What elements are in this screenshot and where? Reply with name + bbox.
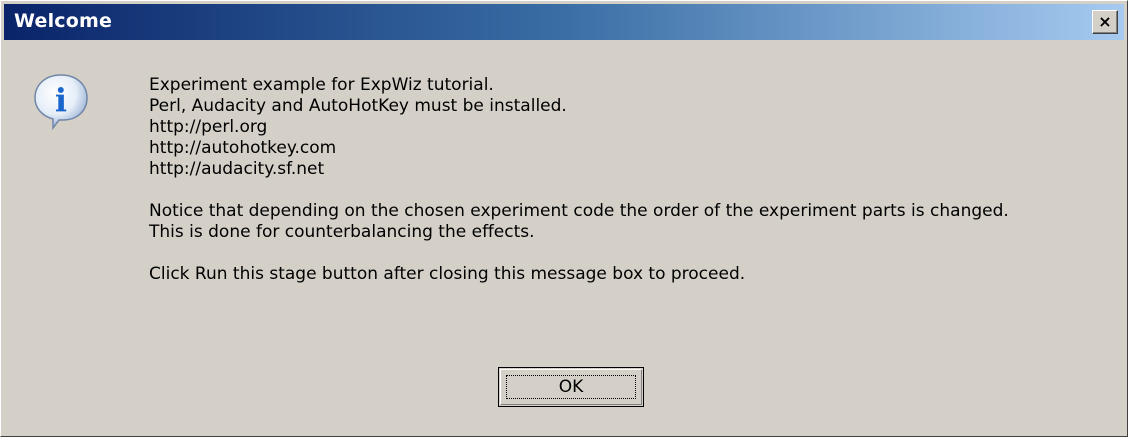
message-gap [149,180,1009,201]
message-line: http://audacity.sf.net [149,159,325,179]
message-line: Perl, Audacity and AutoHotKey must be in… [149,96,567,116]
message-text: Experiment example for ExpWiz tutorial. P… [149,75,1009,285]
info-icon: i [34,74,88,131]
title-bar[interactable]: Welcome × [4,4,1124,40]
message-line: http://perl.org [149,117,268,137]
message-line: Experiment example for ExpWiz tutorial. [149,75,494,95]
message-line: Click Run this stage button after closin… [149,264,746,284]
ok-button[interactable]: OK [498,367,644,407]
message-line: http://autohotkey.com [149,138,337,158]
close-button[interactable]: × [1092,10,1118,34]
message-line: Notice that depending on the chosen expe… [149,201,1009,221]
message-box-window: Welcome × i Experiment example for ExpWi… [0,0,1128,437]
close-icon: × [1098,12,1112,31]
window-title: Welcome [14,10,113,32]
message-gap [149,243,1009,264]
message-line: This is done for counterbalancing the ef… [149,222,535,242]
info-glyph: i [55,81,67,119]
ok-button-label: OK [558,377,584,397]
